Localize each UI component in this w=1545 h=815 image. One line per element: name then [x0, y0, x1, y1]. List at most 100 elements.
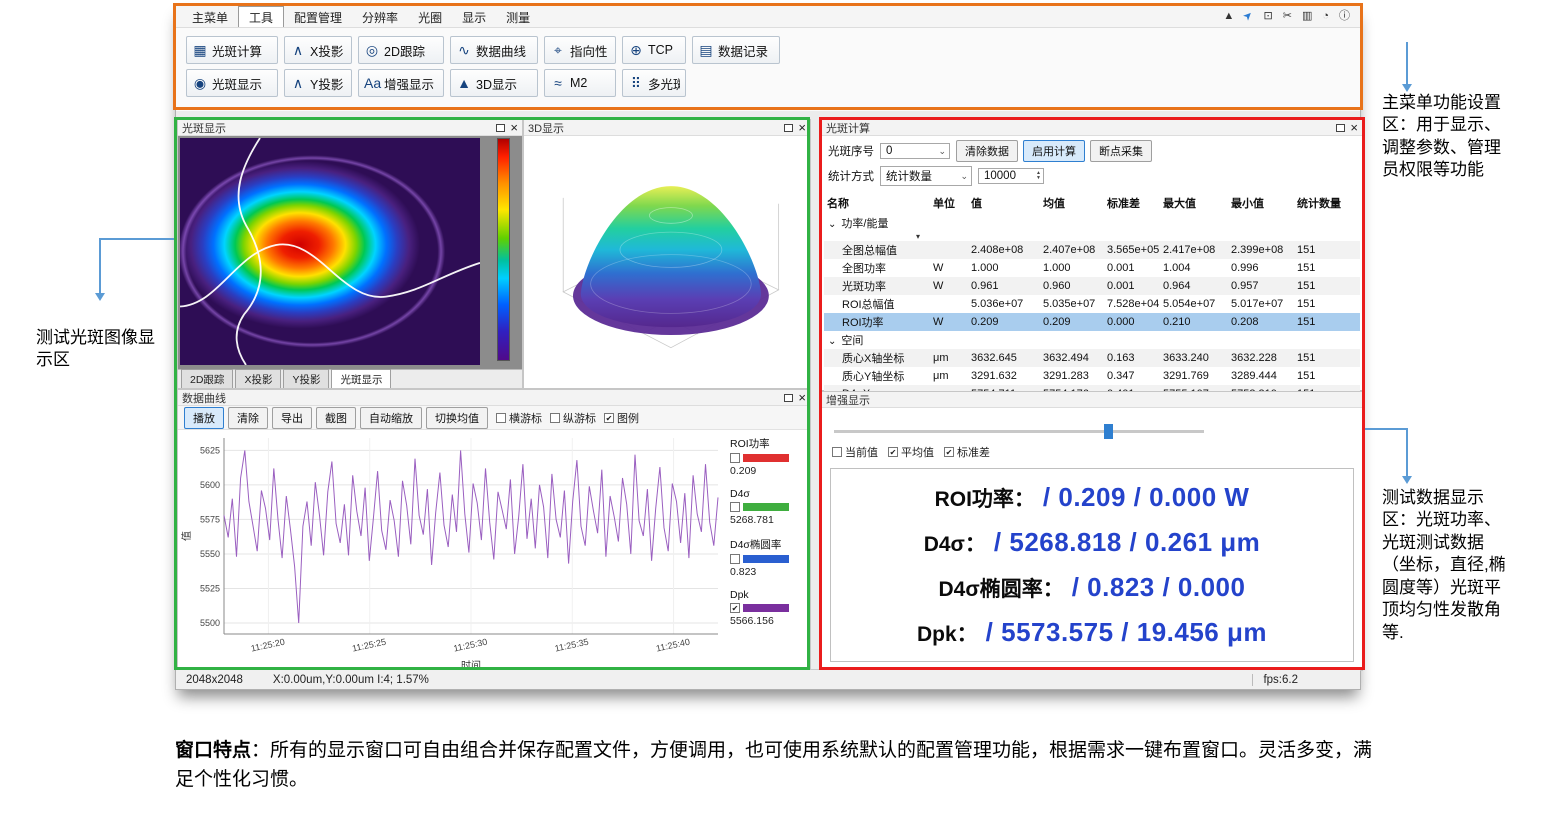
collapse-icon[interactable]: ▲	[1223, 11, 1234, 22]
tool-button-增强显示[interactable]: Aa增强显示	[358, 69, 444, 97]
legend-label: ROI功率	[730, 436, 808, 451]
tool-button-Y投影[interactable]: ∧Y投影	[284, 69, 352, 97]
surface-3d-plot[interactable]	[526, 138, 808, 386]
tool-button-指向性[interactable]: ⌖指向性	[544, 36, 616, 64]
curve-button-自动缩放[interactable]: 自动缩放	[360, 407, 422, 429]
legend-checkbox[interactable]: ✔	[730, 603, 740, 613]
history-icon[interactable]: ◔	[1322, 11, 1329, 22]
enhanced-row: D4σ：/ 5268.818 / 0.261 μm	[831, 527, 1353, 558]
menu-tab-配置管理[interactable]: 配置管理	[284, 6, 352, 27]
cell: 2.417e+08	[1160, 241, 1228, 259]
tool-button-数据曲线[interactable]: ∿数据曲线	[450, 36, 538, 64]
tool-button-光斑显示[interactable]: ◉光斑显示	[186, 69, 278, 97]
spinner-down-icon[interactable]: ▼	[1036, 176, 1041, 181]
caption-body: ：所有的显示窗口可自由组合并保存配置文件，方便调用，也可使用系统默认的配置管理功…	[175, 740, 1372, 790]
screenshot-canvas: 主菜单工具配置管理分辨率光圈显示测量 ▲ ➤ ⊡ ✂ ▥ ◔ ⓘ ▦光斑计算∧X投影◎2D跟…	[0, 0, 1545, 815]
close-panel-icon[interactable]: ×	[1350, 123, 1358, 133]
close-panel-icon[interactable]: ×	[510, 123, 518, 133]
float-panel-icon[interactable]	[496, 124, 505, 132]
table-row-ROI总幅值[interactable]: ROI总幅值5.036e+075.035e+077.528e+045.054e+…	[824, 295, 1360, 313]
float-panel-icon[interactable]	[784, 124, 793, 132]
group-row-空间[interactable]: ⌄空间	[824, 331, 1360, 349]
beam-tab-光斑显示[interactable]: 光斑显示	[331, 369, 391, 388]
stat-count-value: 10000	[984, 170, 1016, 182]
beam-tab-2D跟踪[interactable]: 2D跟踪	[181, 369, 233, 388]
tool-button-M2[interactable]: ≈M2	[544, 69, 616, 97]
info-icon[interactable]: ⓘ	[1339, 11, 1350, 22]
cell: 3291.632	[968, 367, 1040, 385]
curve-button-播放[interactable]: 播放	[184, 407, 224, 429]
projection-profile-curves	[180, 138, 480, 365]
curve-button-切换均值[interactable]: 切换均值	[426, 407, 488, 429]
table-row-质心Y轴坐标[interactable]: 质心Y轴坐标μm3291.6323291.2830.3473291.769328…	[824, 367, 1360, 385]
panel-title: 数据曲线	[182, 390, 226, 406]
cell: 1.000	[1040, 259, 1104, 277]
beam-tab-Y投影[interactable]: Y投影	[283, 369, 329, 388]
beam-index-select[interactable]: 0 ⌄	[880, 143, 950, 159]
tool-button-3D显示[interactable]: ▲3D显示	[450, 69, 538, 97]
close-panel-icon[interactable]: ×	[798, 123, 806, 133]
cell: 2.399e+08	[1228, 241, 1294, 259]
group-row-功率/能量[interactable]: ⌄功率/能量	[824, 214, 1360, 232]
menu-tab-工具[interactable]: 工具	[238, 6, 284, 27]
curve-button-导出[interactable]: 导出	[272, 407, 312, 429]
table-row-ROI功率[interactable]: ROI功率W0.2090.2090.0000.2100.208151	[824, 313, 1360, 331]
beam-tab-X投影[interactable]: X投影	[235, 369, 281, 388]
trend-line-chart[interactable]: 55005525555055755600562511:25:2011:25:25…	[178, 430, 728, 672]
slider-handle[interactable]	[1104, 424, 1113, 439]
tool-button-TCP[interactable]: ⊕TCP	[622, 36, 686, 64]
curve-button-清除[interactable]: 清除	[228, 407, 268, 429]
tool-button-数据记录[interactable]: ▤数据记录	[692, 36, 780, 64]
float-panel-icon[interactable]	[784, 394, 793, 402]
tool-label: 数据记录	[718, 41, 768, 60]
tool-button-多光斑[interactable]: ⠿多光斑	[622, 69, 686, 97]
surface-3d-panel: 3D显示 ×	[523, 119, 811, 389]
table-row-全图功率[interactable]: 全图功率W1.0001.0000.0011.0040.996151	[824, 259, 1360, 277]
beam-spot-heatmap[interactable]	[180, 138, 480, 365]
close-panel-icon[interactable]: ×	[798, 393, 806, 403]
legend-checkbox[interactable]	[730, 453, 740, 463]
col-header-名称: 名称	[824, 192, 930, 214]
calculator-grid-icon: ▦	[192, 42, 208, 59]
pin-icon[interactable]: ➤	[1242, 9, 1256, 23]
stat-count-spinner[interactable]: 10000 ▲ ▼	[978, 168, 1044, 184]
menu-tab-测量[interactable]: 测量	[496, 6, 540, 27]
curve-check-纵游标[interactable]: 纵游标	[550, 410, 596, 426]
stat-method-select[interactable]: 统计数量 ⌄	[880, 166, 972, 186]
enhanced-label: D4σ椭圆率：	[939, 573, 1064, 603]
calc-button-断点采集[interactable]: 断点采集	[1090, 140, 1152, 162]
cell: μm	[930, 367, 968, 385]
curve-button-截图[interactable]: 截图	[316, 407, 356, 429]
col-header-值: 值	[968, 192, 1040, 214]
enh-check-平均值[interactable]: ✔平均值	[888, 444, 934, 460]
row-name: 全图功率	[824, 259, 930, 277]
enh-check-标准差[interactable]: ✔标准差	[944, 444, 990, 460]
tool-button-X投影[interactable]: ∧X投影	[284, 36, 352, 64]
calc-button-清除数据[interactable]: 清除数据	[956, 140, 1018, 162]
table-row-光斑功率[interactable]: 光斑功率W0.9610.9600.0010.9640.957151	[824, 277, 1360, 295]
curve-check-横游标[interactable]: 横游标	[496, 410, 542, 426]
cut-icon[interactable]: ✂	[1283, 11, 1292, 22]
checkbox-label: 图例	[617, 410, 639, 426]
legend-checkbox[interactable]	[730, 554, 740, 564]
legend-value: 0.823	[730, 566, 808, 578]
enhanced-slider[interactable]	[834, 430, 1204, 433]
tool-button-2D跟踪[interactable]: ◎2D跟踪	[358, 36, 444, 64]
menu-tab-主菜单[interactable]: 主菜单	[182, 6, 238, 27]
lock-icon[interactable]: ⊡	[1264, 11, 1273, 22]
menu-tab-显示[interactable]: 显示	[452, 6, 496, 27]
enh-check-当前值[interactable]: 当前值	[832, 444, 878, 460]
beam-image-area	[178, 136, 522, 369]
col-header-统计数量: 统计数量	[1294, 192, 1360, 214]
menu-tab-分辨率[interactable]: 分辨率	[352, 6, 408, 27]
legend-checkbox[interactable]	[730, 502, 740, 512]
tool-button-光斑计算[interactable]: ▦光斑计算	[186, 36, 278, 64]
calc-button-启用计算[interactable]: 启用计算	[1023, 140, 1085, 162]
cell: W	[930, 259, 968, 277]
curve-check-图例[interactable]: ✔图例	[604, 410, 639, 426]
table-row-全图总幅值[interactable]: 全图总幅值2.408e+082.407e+083.565e+052.417e+0…	[824, 241, 1360, 259]
float-panel-icon[interactable]	[1336, 124, 1345, 132]
menu-tab-光圈[interactable]: 光圈	[408, 6, 452, 27]
layout-icon[interactable]: ▥	[1302, 11, 1312, 22]
table-row-质心X轴坐标[interactable]: 质心X轴坐标μm3632.6453632.4940.1633633.240363…	[824, 349, 1360, 367]
